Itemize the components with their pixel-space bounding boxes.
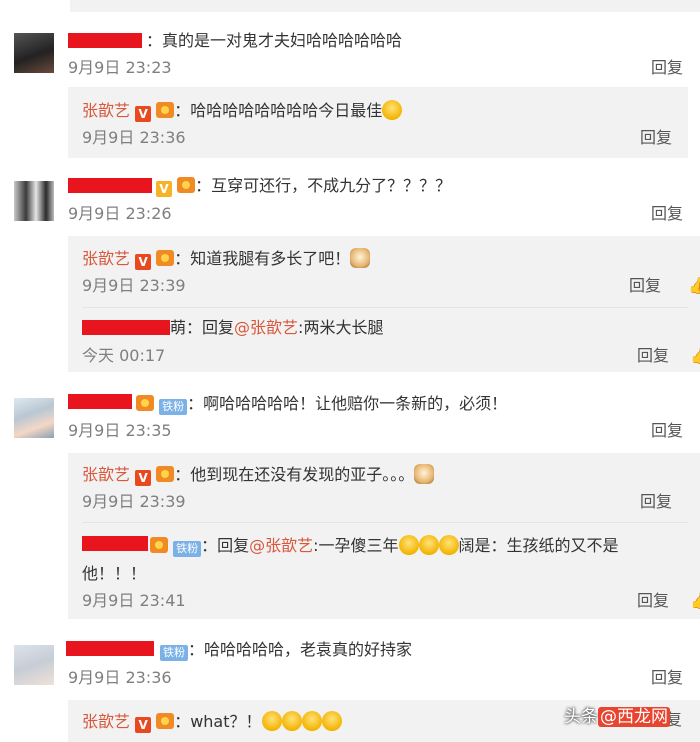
comment-time: 9月9日 23:35 bbox=[68, 421, 172, 440]
avatar[interactable] bbox=[14, 181, 54, 221]
reply-button[interactable]: 回复 bbox=[651, 204, 683, 224]
level-badge-icon bbox=[136, 395, 154, 411]
mention-link[interactable]: @张歆艺 bbox=[249, 536, 313, 555]
reply-text: 阔是：生孩纸的又不是 bbox=[458, 536, 619, 555]
comment-line: 铁粉 ：啊哈哈哈哈哈！让他赔你一条新的，必须！ bbox=[136, 394, 507, 415]
reply-author-name[interactable]: 张歆艺 bbox=[82, 712, 130, 731]
divider bbox=[82, 307, 688, 308]
avatar[interactable] bbox=[14, 645, 54, 685]
reply-button[interactable]: 回复 bbox=[651, 58, 683, 78]
laugh-cry-emoji-icon bbox=[321, 711, 342, 731]
like-icon[interactable]: 👍 bbox=[690, 591, 700, 611]
vip-badge: V bbox=[156, 181, 172, 197]
avatar[interactable] bbox=[14, 33, 54, 73]
reply-line: 张歆艺 V ：what？！ bbox=[82, 711, 342, 733]
like-icon[interactable]: 👍 bbox=[688, 276, 700, 296]
comment-text: ：哈哈哈哈哈，老袁真的好持家 bbox=[188, 640, 413, 659]
vip-badge: V bbox=[135, 470, 152, 486]
vip-badge: V bbox=[135, 106, 152, 122]
reply-button[interactable]: 回复 bbox=[629, 276, 661, 296]
reply-button[interactable]: 回复 bbox=[651, 668, 683, 688]
watermark-brand: @西龙网 bbox=[598, 707, 670, 727]
reply-text: ：哈哈哈哈哈哈哈哈今日最佳 bbox=[174, 101, 383, 120]
vip-badge: V bbox=[135, 717, 152, 733]
level-badge-icon bbox=[150, 537, 168, 553]
redacted-username[interactable] bbox=[68, 178, 152, 193]
comment-text: ：真的是一对鬼才夫妇哈哈哈哈哈哈 bbox=[146, 31, 403, 50]
reply-text: ：知道我腿有多长了吧！ bbox=[174, 249, 351, 268]
comment-line: V ：互穿可还行，不成九分了？？？？ bbox=[156, 176, 451, 197]
reply-prefix: ：回复 bbox=[186, 318, 235, 337]
comment-time: 9月9日 23:26 bbox=[68, 204, 172, 223]
reply-button[interactable]: 回复 bbox=[640, 128, 672, 148]
reply-line: 张歆艺 V ：哈哈哈哈哈哈哈哈今日最佳 bbox=[82, 100, 403, 122]
reply-line: 张歆艺 V ：知道我腿有多长了吧！ bbox=[82, 248, 371, 270]
level-badge-icon bbox=[156, 713, 175, 729]
reply-button[interactable]: 回复 bbox=[637, 346, 669, 366]
redacted-username[interactable] bbox=[82, 320, 170, 335]
cat-emoji-icon bbox=[350, 248, 371, 268]
reply-author-name[interactable]: 张歆艺 bbox=[82, 249, 130, 268]
reply-time: 今天 00:17 bbox=[82, 346, 166, 365]
fan-badge: 铁粉 bbox=[160, 645, 188, 661]
laugh-cry-emoji-icon bbox=[261, 711, 282, 731]
reply-line: 铁粉 ：回复@张歆艺:一孕傻三年 阔是：生孩纸的又不是 bbox=[150, 535, 619, 557]
reply-line: 萌：回复@张歆艺:两米大长腿 bbox=[170, 318, 383, 338]
reply-text-continued: 他！！！ bbox=[82, 564, 147, 583]
avatar[interactable] bbox=[14, 398, 54, 438]
reply-line: 张歆艺 V ：他到现在还没有发现的亚子。。。 bbox=[82, 464, 435, 486]
level-badge-icon bbox=[156, 466, 175, 482]
reply-prefix: ：回复 bbox=[201, 536, 250, 555]
cat-emoji-icon bbox=[414, 464, 435, 484]
level-badge-icon bbox=[156, 102, 175, 118]
previous-reply-box-edge bbox=[70, 0, 700, 12]
reply-time: 9月9日 23:39 bbox=[82, 276, 186, 295]
laugh-cry-emoji-icon bbox=[281, 711, 302, 731]
vip-badge: V bbox=[135, 254, 152, 270]
laugh-cry-emoji-icon bbox=[301, 711, 322, 731]
level-badge-icon bbox=[156, 250, 175, 266]
watermark-prefix: 头条 bbox=[564, 707, 598, 727]
redacted-username[interactable] bbox=[66, 641, 154, 656]
laugh-cry-emoji-icon bbox=[382, 100, 403, 120]
reply-time: 9月9日 23:39 bbox=[82, 492, 186, 511]
divider bbox=[82, 522, 688, 523]
like-icon[interactable]: 👍 bbox=[690, 346, 700, 366]
reply-text: ：what？！ bbox=[174, 712, 262, 731]
reply-button[interactable]: 回复 bbox=[651, 421, 683, 441]
fan-badge: 铁粉 bbox=[173, 541, 202, 557]
smile-emoji-icon bbox=[398, 535, 419, 555]
reply-author-name[interactable]: 张歆艺 bbox=[82, 101, 130, 120]
fan-badge: 铁粉 bbox=[159, 399, 188, 415]
reply-text: ：他到现在还没有发现的亚子。。。 bbox=[174, 465, 415, 484]
mention-link[interactable]: @张歆艺 bbox=[234, 318, 298, 337]
reply-author-name[interactable]: 张歆艺 bbox=[82, 465, 130, 484]
redacted-username[interactable] bbox=[82, 536, 148, 551]
smile-emoji-icon bbox=[438, 535, 459, 555]
reply-button[interactable]: 回复 bbox=[640, 492, 672, 512]
reply-time: 9月9日 23:41 bbox=[82, 591, 186, 610]
smile-emoji-icon bbox=[418, 535, 439, 555]
watermark: 头条 @西龙网 bbox=[564, 702, 670, 727]
comment-text: ：啊哈哈哈哈哈！让他赔你一条新的，必须！ bbox=[187, 394, 508, 413]
redacted-username[interactable] bbox=[68, 394, 132, 409]
reply-text: :两米大长腿 bbox=[298, 318, 384, 337]
comment-time: 9月9日 23:36 bbox=[68, 668, 172, 687]
comment-text: ：互穿可还行，不成九分了？？？？ bbox=[195, 176, 452, 195]
reply-time: 9月9日 23:36 bbox=[82, 128, 186, 147]
comment-time: 9月9日 23:23 bbox=[68, 58, 172, 77]
reply-text: :一孕傻三年 bbox=[313, 536, 399, 555]
level-badge-icon bbox=[177, 177, 196, 193]
redacted-username[interactable] bbox=[68, 33, 142, 48]
reply-author-name-tail: 萌 bbox=[170, 318, 187, 337]
comment-line: 铁粉 ：哈哈哈哈哈，老袁真的好持家 bbox=[160, 640, 412, 661]
reply-button[interactable]: 回复 bbox=[637, 591, 669, 611]
